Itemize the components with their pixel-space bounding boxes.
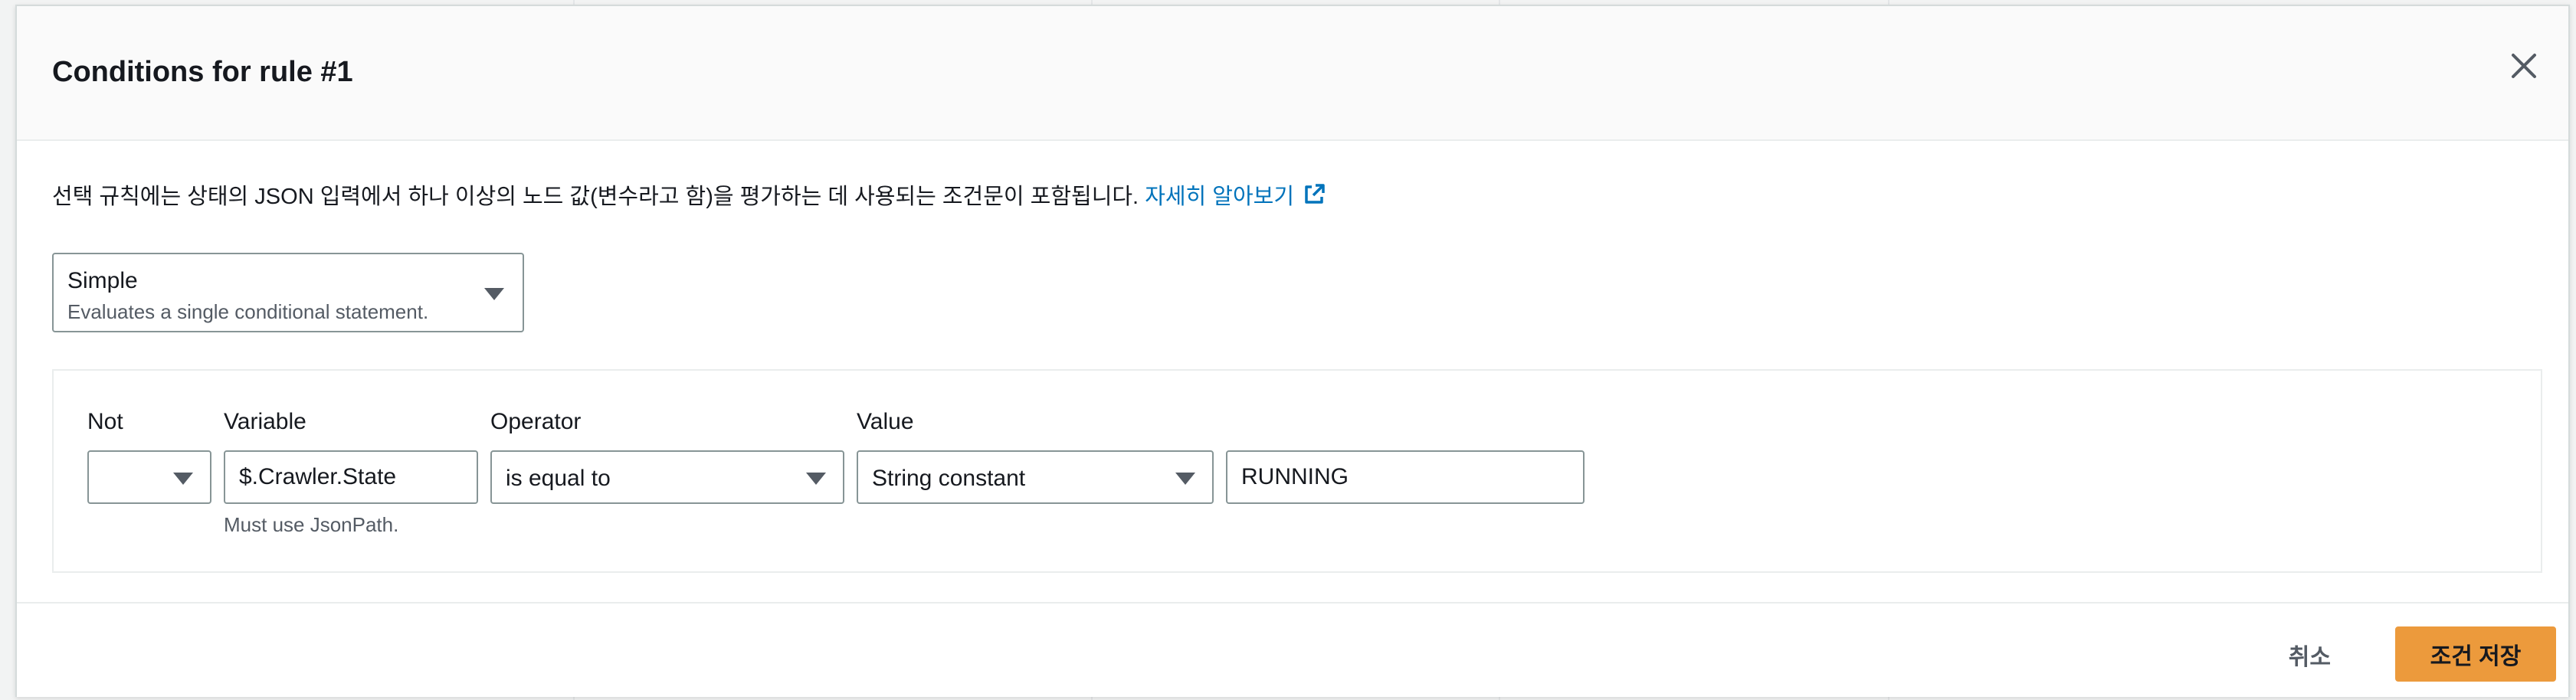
value-type-select[interactable]: String constant (857, 450, 1214, 504)
condition-type-value: Simple (67, 268, 138, 293)
variable-field[interactable] (224, 450, 478, 504)
modal-title: Conditions for rule #1 (52, 56, 353, 88)
operator-select-value: is equal to (506, 466, 611, 491)
learn-more-label: 자세히 알아보기 (1145, 185, 1295, 209)
modal-footer: 취소 조건 저장 (17, 602, 2568, 697)
variable-input[interactable] (225, 452, 477, 502)
value-label: Value (857, 409, 914, 434)
caret-down-icon (173, 473, 193, 485)
conditions-modal: Conditions for rule #1 선택 규칙에는 상태의 JSON … (15, 5, 2570, 697)
value-type-select-value: String constant (872, 466, 1026, 491)
value-field[interactable] (1226, 450, 1585, 504)
operator-label: Operator (490, 409, 582, 434)
variable-hint: Must use JsonPath. (224, 513, 399, 536)
close-icon (2512, 54, 2536, 78)
caret-down-icon (484, 288, 504, 300)
condition-statement-panel: Not Variable Must use JsonPath. Operator… (52, 369, 2542, 573)
condition-type-description: Evaluates a single conditional statement… (67, 300, 429, 323)
value-input[interactable] (1227, 452, 1583, 502)
caret-down-icon (1175, 473, 1195, 485)
close-button[interactable] (2502, 44, 2545, 87)
modal-description: 선택 규칙에는 상태의 JSON 입력에서 하나 이상의 노드 값(변수라고 함… (52, 182, 1326, 212)
condition-type-select[interactable]: Simple Evaluates a single conditional st… (52, 253, 524, 332)
not-select[interactable] (87, 450, 211, 504)
variable-label: Variable (224, 409, 306, 434)
description-text: 선택 규칙에는 상태의 JSON 입력에서 하나 이상의 노드 값(변수라고 함… (52, 185, 1145, 209)
caret-down-icon (806, 473, 826, 485)
operator-select[interactable]: is equal to (490, 450, 844, 504)
external-link-icon (1305, 184, 1325, 204)
cancel-button[interactable]: 취소 (2273, 630, 2346, 680)
not-label: Not (87, 409, 123, 434)
save-condition-button[interactable]: 조건 저장 (2395, 626, 2556, 682)
modal-header: Conditions for rule #1 (17, 6, 2568, 141)
learn-more-link[interactable]: 자세히 알아보기 (1145, 184, 1326, 209)
